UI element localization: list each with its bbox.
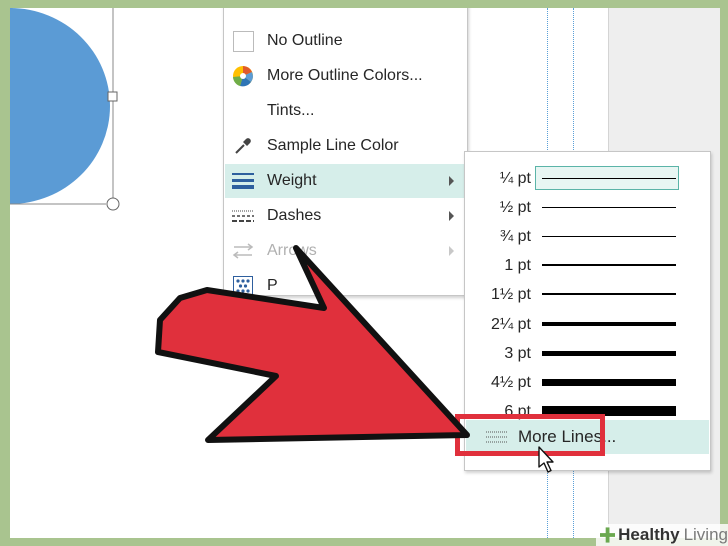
watermark-brand: Healthy — [618, 525, 680, 544]
watermark-suffix: Living — [683, 525, 728, 544]
canvas-area: No Outline More Outline Colors... Tints.… — [10, 8, 720, 538]
callout-arrow — [155, 245, 470, 443]
mouse-cursor-icon — [538, 446, 554, 473]
plus-icon — [600, 527, 616, 543]
watermark: Healthy Living — [596, 524, 728, 546]
